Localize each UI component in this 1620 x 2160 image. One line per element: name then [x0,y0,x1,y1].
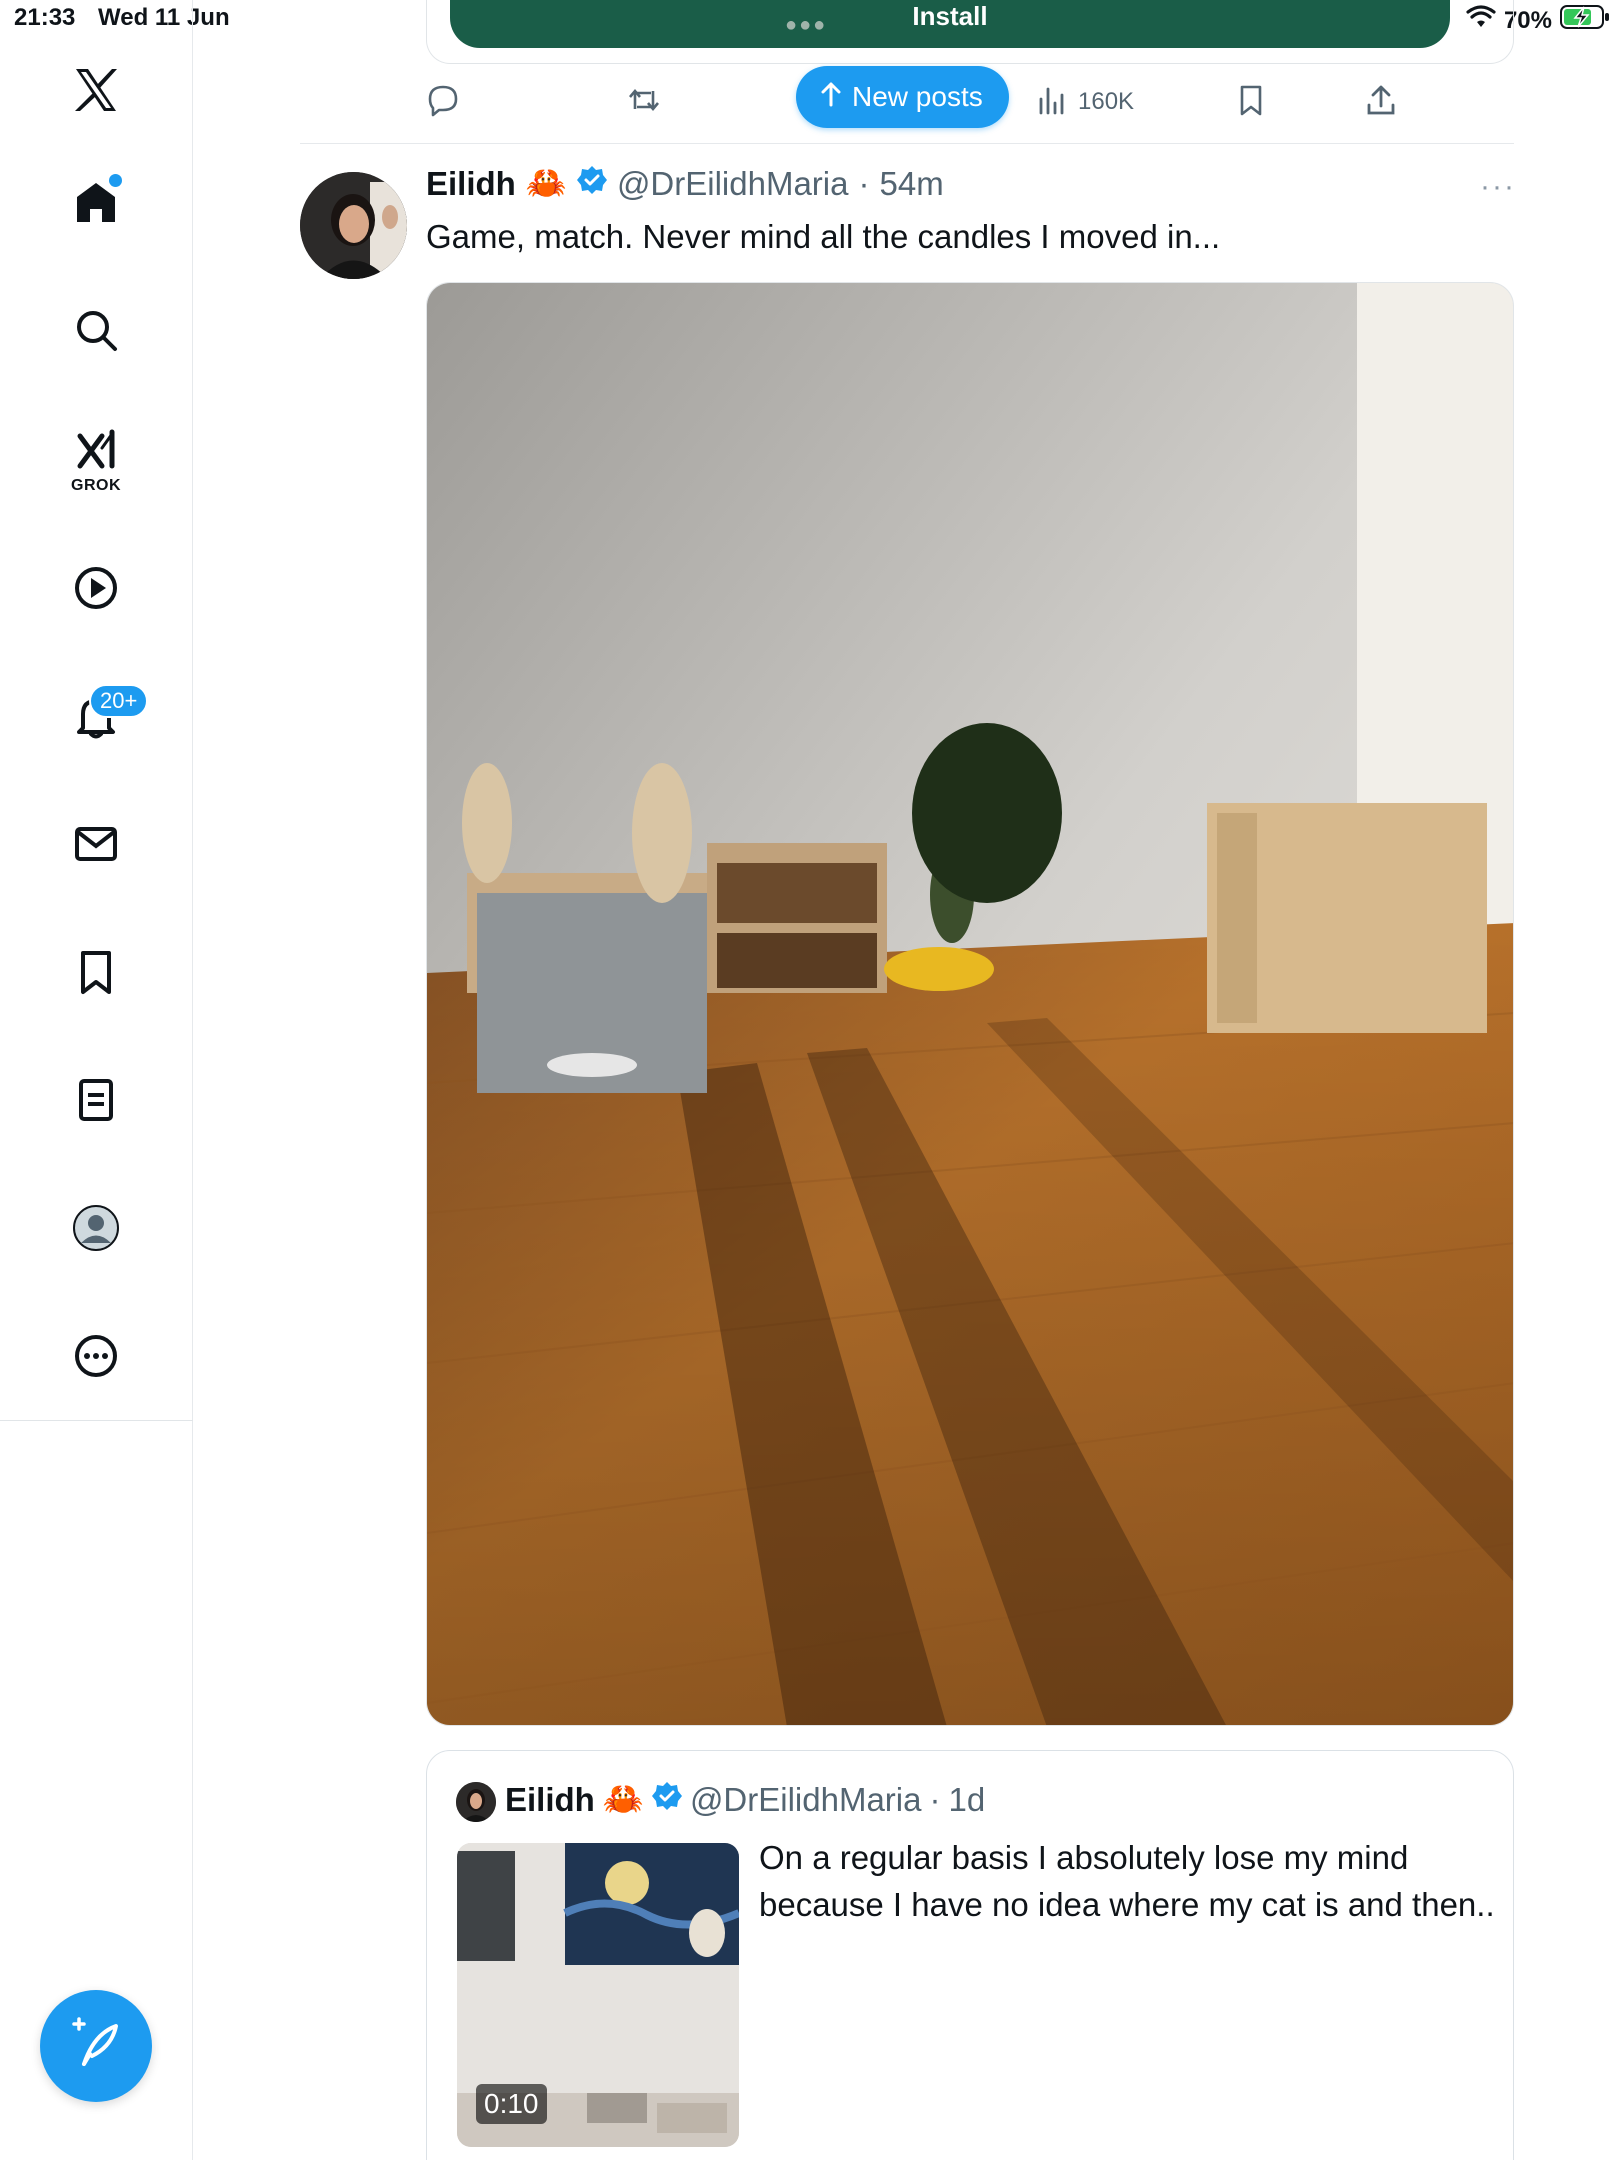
install-button[interactable]: Install [450,0,1450,48]
bookmarks-icon[interactable] [52,928,140,1016]
lists-document-icon[interactable] [52,1056,140,1144]
verified-badge-icon [576,165,607,203]
home-icon[interactable] [52,158,140,246]
views-count: 160K [1078,88,1135,115]
quoted-post-text: On a regular basis I absolutely lose my … [759,1839,1495,1923]
quoted-post-header: Eilidh 🦀 @DrEilidhMaria · 1d [505,1780,985,1819]
reply-icon [426,83,460,122]
notifications-badge: 20+ [89,684,149,718]
quoted-author-handle: @DrEilidhMaria [689,1780,922,1818]
bookmark-icon [1234,83,1268,122]
video-play-icon[interactable] [52,544,140,632]
quoted-crab-emoji: 🦀 [602,1780,644,1817]
quoted-author-name: Eilidh [505,1780,595,1818]
post-more-icon[interactable]: ··· [1480,170,1516,204]
repost-icon [627,83,661,122]
views-button[interactable]: 160K [1036,78,1134,126]
post-photo[interactable] [426,282,1514,1726]
more-options-icon[interactable] [52,1312,140,1400]
quoted-verified-badge-icon [651,1781,682,1819]
home-unread-dot [109,174,122,187]
x-logo-icon[interactable] [52,46,140,134]
quoted-separator: · [929,1780,941,1818]
post-header: Eilidh 🦀 @DrEilidhMaria · 54m [426,164,944,203]
arrow-up-icon [820,81,842,114]
messages-envelope-icon[interactable] [52,800,140,888]
post-timestamp[interactable]: 54m [880,165,944,203]
post-author-name[interactable]: Eilidh [426,165,516,203]
grok-label: GROK [71,477,121,494]
post-author-handle[interactable]: @DrEilidhMaria [617,165,849,203]
new-posts-button[interactable]: New posts [796,66,1009,128]
share-button[interactable] [1364,78,1398,126]
bookmark-button[interactable] [1234,78,1268,126]
post-author-avatar[interactable] [300,172,407,279]
post-text: Game, match. Never mind all the candles … [426,218,1221,255]
quoted-timestamp: 1d [948,1780,986,1818]
post-divider [300,143,1514,144]
video-duration: 0:10 [476,2084,547,2124]
profile-avatar-icon[interactable] [52,1184,140,1272]
post-separator: · [858,164,870,202]
quoted-author-avatar [456,1782,496,1822]
drag-handle-dots-icon: ●●● [785,14,828,36]
new-posts-label: New posts [852,81,983,112]
crab-emoji: 🦀 [525,164,567,201]
sidebar-nav: GROK 20+ [0,0,193,2160]
reply-button[interactable] [426,78,460,126]
compose-post-button[interactable] [40,1990,152,2102]
install-label: Install [912,1,988,31]
repost-button[interactable] [627,78,661,126]
share-upload-icon [1364,83,1398,122]
views-chart-icon [1036,83,1070,122]
search-icon[interactable] [52,286,140,374]
battery-charging-icon [1560,4,1610,37]
sidebar-divider [0,1420,193,1421]
compose-feather-icon [68,2016,124,2077]
